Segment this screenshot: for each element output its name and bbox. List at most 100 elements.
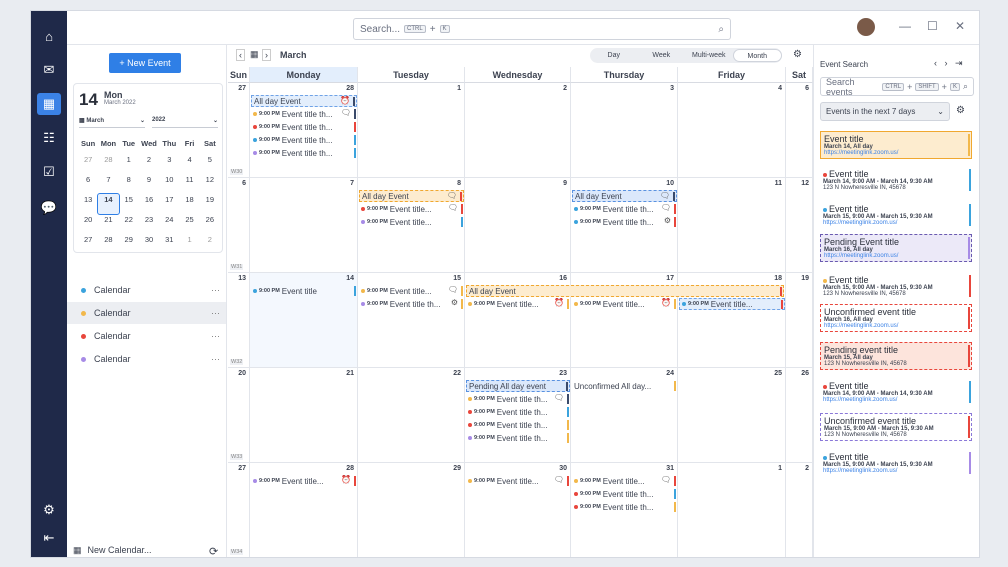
search-result[interactable]: Event title March 15, 9:00 AM - March 15,…	[820, 273, 972, 299]
filter-icon[interactable]: ⚙	[956, 105, 965, 116]
more-icon[interactable]: ···	[211, 308, 220, 318]
more-icon[interactable]: ···	[211, 285, 220, 295]
view-tab-day[interactable]: Day	[590, 49, 638, 62]
timed-event[interactable]: 9:00 PM Event title... 🗨	[359, 203, 464, 215]
timed-event[interactable]: 9:00 PM Event title... 🗨	[466, 475, 570, 487]
all-day-event[interactable]: All day Event	[466, 285, 784, 297]
mini-day-cell[interactable]: 27	[78, 154, 98, 174]
mini-day-cell[interactable]: 8	[119, 174, 139, 194]
calendar-item[interactable]: Calendar ···	[67, 279, 226, 301]
day-cell[interactable]: 1	[678, 463, 786, 557]
close-icon[interactable]: ✕	[955, 19, 965, 33]
timed-event[interactable]: 9:00 PM Event title... 🗨	[359, 285, 464, 297]
timed-event[interactable]: 9:00 PM Event title th...	[572, 501, 677, 513]
collapse-icon[interactable]: ⇤	[37, 527, 61, 549]
calendar-item[interactable]: Calendar ···	[67, 302, 226, 324]
day-cell[interactable]: 1	[358, 83, 465, 178]
sync-icon[interactable]: ⟳	[209, 545, 218, 557]
day-cell[interactable]: 7	[250, 178, 358, 273]
mini-day-cell[interactable]: 27	[78, 234, 98, 254]
new-event-button[interactable]: + New Event	[109, 53, 181, 73]
tasks-icon[interactable]: ☑	[37, 161, 61, 183]
day-cell[interactable]: 27 W34	[228, 463, 250, 557]
all-day-event[interactable]: All day Event 🗨	[359, 190, 464, 202]
timed-event[interactable]: 9:00 PM Event title th... 🗨	[251, 108, 357, 120]
day-cell[interactable]: 2	[786, 463, 813, 557]
event-search-input[interactable]: Search events CTRL + SHIFT + K ⌕	[820, 77, 974, 97]
mini-day-cell[interactable]: 2	[200, 234, 220, 254]
day-cell[interactable]: 13 W32	[228, 273, 250, 368]
mini-day-cell[interactable]: 26	[200, 214, 220, 234]
search-result[interactable]: Unconfirmed event title March 15, 9:00 AM…	[820, 413, 972, 441]
day-cell[interactable]: 25	[678, 368, 786, 463]
today-icon[interactable]: ▦	[250, 49, 259, 60]
all-day-event[interactable]: Unconfirmed All day...	[572, 380, 677, 392]
mini-day-cell[interactable]: 17	[159, 194, 179, 214]
mini-day-cell[interactable]: 22	[119, 214, 139, 234]
day-cell[interactable]: 6	[786, 83, 813, 178]
mini-day-cell[interactable]: 30	[139, 234, 159, 254]
month-select[interactable]: ▦ March ⌄	[79, 117, 145, 128]
new-calendar-button[interactable]: ▦ New Calendar...	[73, 545, 152, 556]
day-cell[interactable]: 21	[250, 368, 358, 463]
search-result[interactable]: Event title March 15, 9:00 AM - March 15,…	[820, 202, 972, 228]
global-search[interactable]: Search... CTRL + K ⌕	[353, 18, 731, 40]
day-cell[interactable]: 12	[786, 178, 813, 273]
mini-day-cell[interactable]: 4	[179, 154, 199, 174]
timed-event[interactable]: 9:00 PM Event title th...	[466, 419, 570, 431]
result-link[interactable]: https://meetinglink.zoom.us/	[824, 150, 968, 156]
mini-day-cell[interactable]: 20	[78, 214, 98, 234]
day-cell[interactable]: 19	[786, 273, 813, 368]
mini-day-cell[interactable]: 9	[139, 174, 159, 194]
mini-day-cell[interactable]: 29	[119, 234, 139, 254]
timed-event[interactable]: 9:00 PM Event title th... 🗨	[466, 393, 570, 405]
mini-day-cell[interactable]: 21	[98, 214, 118, 234]
mini-day-cell[interactable]: 16	[139, 194, 159, 214]
all-day-event[interactable]: All day Event 🗨	[572, 190, 677, 202]
mini-day-cell[interactable]: 1	[119, 154, 139, 174]
timed-event[interactable]: 9:00 PM Event title... 🗨	[572, 475, 677, 487]
day-cell[interactable]: 6 W31	[228, 178, 250, 273]
mini-day-cell[interactable]: 25	[179, 214, 199, 234]
mini-day-cell[interactable]: 10	[159, 174, 179, 194]
timed-event[interactable]: 9:00 PM Event title th... ⚙	[359, 298, 464, 310]
minimize-icon[interactable]: —	[899, 19, 911, 33]
mini-day-cell[interactable]: 28	[98, 154, 118, 174]
day-cell[interactable]: 20 W33	[228, 368, 250, 463]
search-result[interactable]: Unconfirmed event title March 16, All day…	[820, 304, 972, 332]
avatar[interactable]	[857, 18, 875, 36]
timed-event[interactable]: 9:00 PM Event title th...	[251, 147, 357, 159]
timed-event[interactable]: 9:00 PM Event title... ⏰	[251, 475, 357, 487]
timed-event[interactable]: 9:00 PM Event title th...	[251, 121, 357, 133]
timed-event[interactable]: 9:00 PM Event title th... ⚙	[572, 216, 677, 228]
more-icon[interactable]: ···	[211, 331, 220, 341]
contacts-icon[interactable]: ☷	[37, 127, 61, 149]
chat-icon[interactable]: 💬	[37, 197, 61, 219]
day-cell[interactable]: 9	[465, 178, 571, 273]
mini-day-cell[interactable]: 2	[139, 154, 159, 174]
mini-day-cell[interactable]: 15	[119, 194, 139, 214]
maximize-icon[interactable]: ☐	[927, 19, 938, 33]
result-link[interactable]: https://meetinglink.zoom.us/	[824, 253, 968, 259]
settings-icon[interactable]: ⚙	[37, 499, 61, 521]
panel-nav-icon[interactable]: ‹ › ⇥	[934, 58, 963, 69]
mini-day-cell[interactable]: 24	[159, 214, 179, 234]
timed-event[interactable]: 9:00 PM Event title th...	[251, 134, 357, 146]
more-icon[interactable]: ···	[211, 354, 220, 364]
timed-event[interactable]: 9:00 PM Event title th...	[572, 488, 677, 500]
view-tab-month[interactable]: Month	[732, 49, 782, 62]
day-cell[interactable]: 22	[358, 368, 465, 463]
mini-day-cell[interactable]: 5	[200, 154, 220, 174]
search-result[interactable]: Pending event title March 15, All day 123 …	[820, 342, 972, 370]
view-tab-week[interactable]: Week	[638, 49, 686, 62]
day-cell[interactable]: 11	[678, 178, 786, 273]
mini-day-cell[interactable]: 18	[179, 194, 199, 214]
mini-day-cell[interactable]: 1	[179, 234, 199, 254]
timed-event[interactable]: 9:00 PM Event title th...	[466, 406, 570, 418]
home-icon[interactable]: ⌂	[37, 25, 61, 47]
timed-event[interactable]: 9:00 PM Event title th...	[466, 432, 570, 444]
view-tab-multi-week[interactable]: Multi-week	[685, 49, 733, 62]
result-link[interactable]: https://meetinglink.zoom.us/	[823, 468, 969, 474]
mini-day-cell[interactable]: 11	[179, 174, 199, 194]
day-cell[interactable]: 2	[465, 83, 571, 178]
